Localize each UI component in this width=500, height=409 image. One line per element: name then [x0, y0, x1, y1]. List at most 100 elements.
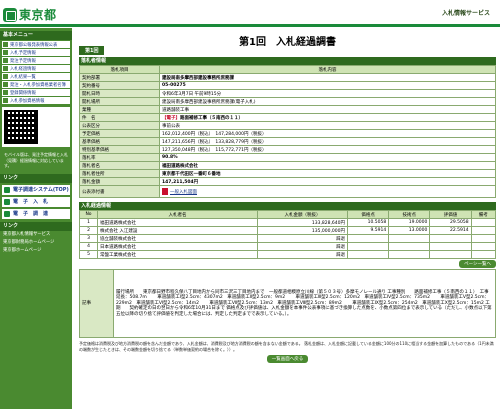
bid-note [470, 250, 497, 259]
sidebar-item-hacchu-yotei[interactable]: 発注予定情報 [2, 57, 70, 64]
row-value: 162,012,400円（税込） 147,284,000円（税抜） [159, 129, 496, 138]
column-header-no: No [79, 210, 98, 219]
row-label: 契約番号 [79, 81, 160, 90]
table-row: 落札者住所 東京都千代田区一番町６番地 [79, 169, 496, 178]
page-list-button[interactable]: ペーシ一覧へ [459, 260, 496, 268]
sidebar-item-nyusatsu-yotei[interactable]: 入札予定情報 [2, 49, 70, 56]
bid-amount: 135,000,000円 [257, 226, 348, 235]
bid-name: 協立舗装株式会社 [97, 234, 258, 243]
table-row: 件 名【電子】路面補修工事（５南西の１１） [79, 113, 496, 122]
bid-name: 福田道路株式会社 [97, 218, 258, 227]
sidebar-button-chotatsu-top[interactable]: 電子調達システム(TOP) [2, 184, 70, 195]
row-value: 建設局南多摩西部建設事務所庶務課 [159, 73, 496, 82]
row-label: 契約部署 [79, 73, 160, 82]
bid-amount: 辞退 [257, 250, 348, 259]
bid-name: 日本道路株式会社 [97, 242, 258, 251]
tokyo-logo[interactable]: 東京都 [3, 6, 57, 23]
row-value: 事前公表 [159, 121, 496, 130]
row-label: 公表添付書 [79, 185, 160, 198]
page-title: 第1回 入札経過調書 [239, 37, 336, 48]
sidebar-button-denshi-nyusatsu[interactable]: 電 子 入 札 [2, 196, 70, 207]
main-content: 第1回 入札経過調書 第1回 落札者情報 落札項目 落札内容 契約部署 建設局南多… [79, 28, 497, 363]
row-label: 開札日時 [79, 89, 160, 98]
sidebar-link-zaimukyoku[interactable]: 東京都財務局ホームページ [0, 238, 72, 247]
sidebar-button-denshi-chotatsu[interactable]: 電 子 調 達 [2, 208, 70, 219]
bullet-icon [3, 50, 8, 55]
bid-tech-score [388, 242, 431, 251]
sidebar-item-nyusatsu-keika[interactable]: 入札経過情報 [2, 65, 70, 72]
bids-action-row: ペーシ一覧へ [79, 259, 496, 269]
bid-note [470, 226, 497, 235]
bid-eval [429, 242, 472, 251]
bid-price-score [346, 234, 390, 243]
column-header-price-score: 価格点 [346, 210, 390, 219]
table-row: 落札者名 福田道路株式会社 [79, 161, 496, 170]
system-icon [4, 186, 10, 193]
bid-no: 3 [79, 234, 98, 243]
bid-eval [429, 234, 472, 243]
column-header-content: 落札内容 [159, 65, 496, 74]
row-label: 落札者名 [79, 161, 160, 170]
row-label: 基準価格 [79, 137, 160, 146]
table-row: 5 常盤工業株式会社 辞退 [79, 250, 497, 259]
sidebar-item-shikaku[interactable]: 入札参加資格情報 [2, 97, 70, 104]
qr-code-box [2, 107, 70, 147]
sidebar-menu-heading: 基本メニュー [0, 31, 72, 40]
row-value: 建設局南多摩西部建設事務所庶務課(電子入札) [159, 97, 496, 106]
row-value-subject: 【電子】路面補修工事（５南西の１１） [159, 113, 496, 122]
table-row: 公表区分 事前公表 [79, 121, 496, 130]
column-header-eval: 評価値 [429, 210, 472, 219]
row-value: 05-00275 [159, 81, 496, 90]
bullet-icon [3, 98, 8, 103]
system-icon [4, 198, 10, 205]
table-row: 1 福田道路株式会社 133,828,640円 10.5058 19.0000 29.50… [79, 218, 497, 227]
bid-amount: 辞退 [257, 242, 348, 251]
row-value: 147,211,656円（税込） 133,828,779円（税抜） [159, 137, 496, 146]
bid-amount: 辞退 [257, 234, 348, 243]
bid-tech-score [388, 250, 431, 259]
row-value: 道路舗装工事 [159, 105, 496, 114]
row-label: 予定価格 [79, 129, 160, 138]
bullet-icon [3, 74, 8, 79]
bid-note [470, 234, 497, 243]
bid-no: 2 [79, 226, 98, 235]
bid-tech-score: 19.0000 [388, 218, 431, 227]
bullet-icon [3, 90, 8, 95]
row-label: 落札率 [79, 153, 160, 162]
docs-link[interactable]: 一般入札図面 [170, 190, 197, 195]
logo-text: 東京都 [19, 8, 57, 22]
section-heading-bids: 入札経過情報 [79, 202, 496, 210]
pdf-icon [162, 188, 168, 195]
bid-no: 1 [79, 218, 98, 227]
sidebar-item-koho[interactable]: 東京都公報発表情報公表 [2, 41, 70, 48]
service-title: 入札情報サービス [441, 10, 490, 17]
table-row: 契約部署 建設局南多摩西部建設事務所庶務課 [79, 73, 496, 82]
section-heading-winner: 落札者情報 [79, 57, 496, 65]
sidebar-link-tokyo[interactable]: 東京都ホームページ [0, 246, 72, 255]
row-value: 90.8% [159, 153, 496, 162]
tokyo-emblem-icon [3, 7, 17, 22]
table-row: 契約番号 05-00275 [79, 81, 496, 90]
table-row: 業種 道路舗装工事 [79, 105, 496, 114]
table-row: 開札場所 建設局南多摩西部建設事務所庶務課(電子入札) [79, 97, 496, 106]
row-value: 147,211,504円 [159, 177, 496, 186]
back-row: 一覧画面へ戻る [79, 355, 496, 363]
sidebar-item-nyusatsu-kekka[interactable]: 入札結果一覧 [2, 73, 70, 80]
sidebar-item-meibo[interactable]: 発注・入札参加資格業者名簿 [2, 81, 70, 88]
back-to-list-button[interactable]: 一覧画面へ戻る [266, 355, 309, 363]
sidebar-links-heading: リンク [0, 221, 72, 231]
row-value: 令和6年3月7日 午前9時15分 [159, 89, 496, 98]
row-label: 特別基準価格 [79, 145, 160, 154]
sidebar-link-info-service[interactable]: 東京都入札情報サービス [0, 230, 72, 239]
table-row: 3 協立舗装株式会社 辞退 [79, 234, 497, 243]
bid-tech-score [388, 234, 431, 243]
electronic-tag: 【電子】 [162, 115, 180, 121]
winner-table: 落札項目 落札内容 契約部署 建設局南多摩西部建設事務所庶務課 契約番号 05-00… [79, 65, 496, 198]
row-label: 開札場所 [79, 97, 160, 106]
bid-tech-score: 13.0000 [388, 226, 431, 235]
column-header-item: 落札項目 [79, 65, 160, 74]
sidebar-item-toroku[interactable]: 登録関係情報 [2, 89, 70, 96]
bid-eval [429, 250, 472, 259]
notes-table: 記事 履行場所 東京都日野市程久保八丁目地内から同市三沢三丁目地内まで 一般都道… [79, 269, 496, 338]
bid-no: 4 [79, 242, 98, 251]
